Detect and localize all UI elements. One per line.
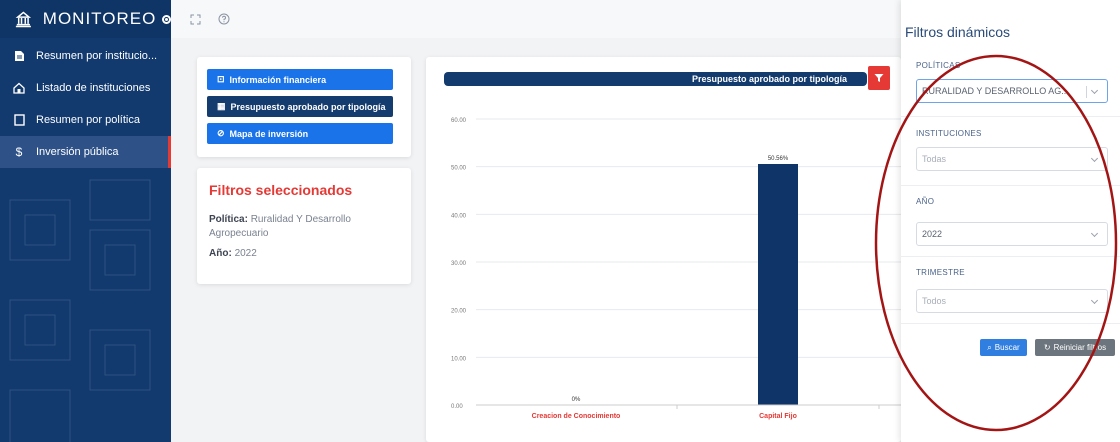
reset-label: Reiniciar filtros	[1053, 343, 1107, 352]
dynamic-filters-panel: Filtros dinámicos POLÍTICAS RURALIDAD Y …	[901, 0, 1120, 442]
y-tick-label: 50.00	[451, 166, 467, 172]
chevron-down-icon	[1090, 229, 1099, 238]
instituciones-placeholder: Todas	[922, 154, 947, 164]
politicas-label: POLÍTICAS	[916, 61, 961, 70]
top-bar	[171, 0, 901, 38]
chevron-down-icon	[1090, 86, 1099, 95]
selected-filters-title: Filtros seleccionados	[209, 182, 353, 198]
category-label: Creacion de Conocimiento	[532, 413, 621, 420]
sidebar-item-label: Inversión pública	[36, 146, 119, 158]
search-button[interactable]: ⌕ Buscar	[980, 339, 1027, 356]
refresh-icon: ↻	[1043, 343, 1051, 352]
trimestre-placeholder: Todos	[922, 296, 947, 306]
money-icon: ⊡	[217, 74, 225, 84]
sidebar-item-inversion-publica[interactable]: $ Inversión pública	[0, 136, 171, 168]
y-tick-label: 40.00	[451, 213, 467, 219]
politicas-select[interactable]: RURALIDAD Y DESARROLLO AG...	[916, 79, 1108, 103]
document-icon	[12, 50, 26, 62]
anio-filter-text: Año: 2022	[209, 247, 384, 261]
building-icon	[15, 11, 32, 28]
square-icon	[12, 114, 26, 126]
politica-label: Política:	[209, 214, 248, 225]
report-buttons-card: ⊡ Información financiera ▦ Presupuesto a…	[197, 57, 411, 157]
search-label: Buscar	[994, 343, 1020, 352]
sidebar-item-label: Resumen por institucio...	[36, 50, 158, 62]
budget-typology-label: Presupuesto aprobado por tipología	[230, 101, 386, 112]
sidebar-item-resumen-institucion[interactable]: Resumen por institucio...	[0, 40, 171, 72]
anio-label: Año:	[209, 248, 232, 259]
sidebar-toggle-icon[interactable]	[162, 14, 171, 24]
anio-select-value: 2022	[922, 229, 943, 239]
anio-select-label: AÑO	[916, 197, 935, 206]
chart-filter-button[interactable]	[868, 66, 890, 90]
fullscreen-icon[interactable]	[188, 12, 202, 26]
sidebar-item-listado-instituciones[interactable]: Listado de instituciones	[0, 72, 171, 104]
brand-header: MONITOREO	[0, 0, 171, 38]
chart-title-bar: Presupuesto aprobado por tipología	[444, 72, 867, 86]
selected-filters-card: Filtros seleccionados Política: Ruralida…	[197, 168, 411, 284]
financial-info-button[interactable]: ⊡ Información financiera	[207, 69, 393, 90]
grid-icon: ▦	[217, 101, 226, 111]
help-icon[interactable]	[217, 12, 231, 26]
investment-map-label: Mapa de inversión	[229, 128, 309, 139]
y-tick-label: 30.00	[451, 261, 467, 267]
trimestre-select[interactable]: Todos	[916, 289, 1108, 313]
sidebar: MONITOREO Resumen por institucio... List…	[0, 0, 171, 442]
bar-chart: 0.00 10.00 20.00 30.00 40.00 50.00 60.00 0% Crea…	[451, 118, 901, 420]
dynamic-filters-title: Filtros dinámicos	[905, 24, 1011, 40]
chevron-down-icon	[1090, 296, 1099, 305]
data-label: 0%	[572, 397, 581, 403]
politica-filter-text: Política: Ruralidad Y Desarrollo Agropec…	[209, 213, 384, 241]
y-tick-label: 0.00	[451, 404, 463, 410]
politicas-value: RURALIDAD Y DESARROLLO AG...	[922, 86, 1069, 96]
chevron-down-icon	[1090, 154, 1099, 163]
sidebar-item-label: Resumen por política	[36, 114, 140, 126]
y-tick-label: 60.00	[451, 118, 467, 124]
dollar-icon: $	[15, 145, 23, 159]
chart-title: Presupuesto aprobado por tipología	[691, 74, 847, 84]
y-tick-label: 20.00	[451, 309, 467, 315]
bar	[758, 163, 798, 405]
sidebar-item-resumen-politica[interactable]: Resumen por política	[0, 104, 171, 136]
sidebar-item-label: Listado de instituciones	[36, 82, 151, 94]
trimestre-label: TRIMESTRE	[916, 268, 965, 277]
compass-icon: ⊘	[217, 128, 225, 138]
app-title: MONITOREO	[42, 9, 157, 28]
reset-filters-button[interactable]: ↻ Reiniciar filtros	[1035, 339, 1115, 356]
category-label: Capital Fijo	[759, 413, 797, 420]
instituciones-label: INSTITUCIONES	[916, 129, 982, 138]
financial-info-label: Información financiera	[229, 74, 327, 85]
funnel-icon	[874, 74, 884, 82]
home-icon	[12, 82, 26, 94]
search-icon: ⌕	[987, 342, 992, 352]
anio-value: 2022	[234, 248, 257, 259]
data-label: 50.56%	[768, 156, 789, 162]
y-tick-label: 10.00	[451, 356, 467, 362]
anio-select[interactable]: 2022	[916, 222, 1108, 246]
investment-map-button[interactable]: ⊘ Mapa de inversión	[207, 123, 393, 144]
budget-typology-button[interactable]: ▦ Presupuesto aprobado por tipología	[207, 96, 393, 117]
instituciones-select[interactable]: Todas	[916, 147, 1108, 171]
